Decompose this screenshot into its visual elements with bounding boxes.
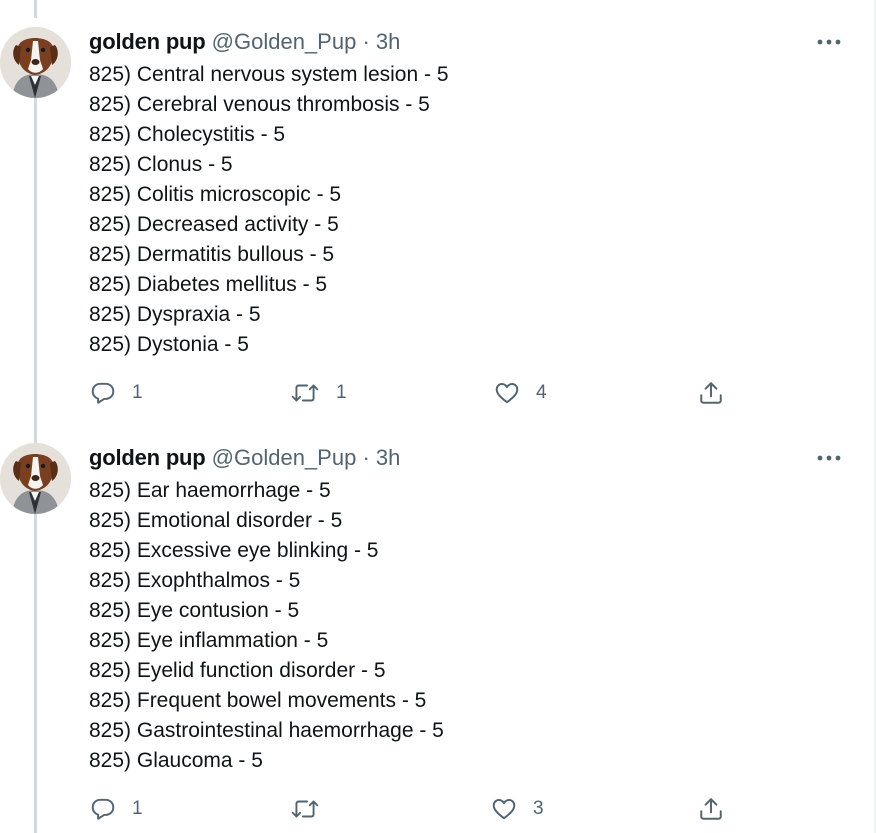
reply-icon — [90, 380, 116, 406]
tweet-line: 825) Decreased activity - 5 — [89, 213, 339, 236]
tweet-line: 825) Glaucoma - 5 — [89, 749, 263, 772]
like-button[interactable]: 3 — [491, 793, 544, 825]
tweet-line: 825) Central nervous system lesion - 5 — [89, 63, 449, 86]
retweet-icon — [290, 796, 320, 822]
tweet[interactable]: golden pup @Golden_Pup · 3h 825) Central… — [0, 27, 872, 417]
timestamp[interactable]: 3h — [376, 445, 400, 470]
author-name[interactable]: golden pup — [89, 29, 206, 54]
tweet-line: 825) Eyelid function disorder - 5 — [89, 659, 386, 682]
tweet-text: 825) Central nervous system lesion - 5 8… — [89, 60, 449, 360]
tweet-line: 825) Dyspraxia - 5 — [89, 303, 261, 326]
avatar[interactable] — [0, 27, 71, 98]
header-separator: · — [362, 445, 370, 470]
tweet-text: 825) Ear haemorrhage - 5 825) Emotional … — [89, 476, 444, 776]
reply-count: 1 — [132, 382, 143, 403]
more-icon[interactable] — [816, 29, 842, 55]
tweet-line: 825) Clonus - 5 — [89, 153, 233, 176]
thread-line-top — [34, 0, 37, 18]
tweet-line: 825) Dermatitis bullous - 5 — [89, 243, 335, 266]
like-count: 4 — [536, 382, 547, 403]
tweet-line: 825) Ear haemorrhage - 5 — [89, 479, 331, 502]
reply-button[interactable]: 1 — [90, 793, 143, 825]
tweet-line: 825) Frequent bowel movements - 5 — [89, 689, 427, 712]
tweet-line: 825) Emotional disorder - 5 — [89, 509, 343, 532]
more-icon[interactable] — [816, 445, 842, 471]
retweet-button[interactable]: 1 — [290, 377, 347, 409]
tweet-actions: 1 3 — [0, 793, 872, 825]
reply-button[interactable]: 1 — [90, 377, 143, 409]
tweet-line: 825) Gastrointestinal haemorrhage - 5 — [89, 719, 444, 742]
tweet-line: 825) Cerebral venous thrombosis - 5 — [89, 93, 430, 116]
author-name[interactable]: golden pup — [89, 445, 206, 470]
tweet-header: golden pup @Golden_Pup · 3h — [89, 443, 400, 473]
like-count: 3 — [533, 798, 544, 819]
tweet-actions: 1 1 4 — [0, 377, 872, 409]
tweet-line: 825) Diabetes mellitus - 5 — [89, 273, 328, 296]
heart-icon — [491, 796, 517, 822]
retweet-count: 1 — [336, 382, 347, 403]
tweet-line: 825) Excessive eye blinking - 5 — [89, 539, 379, 562]
tweet-line: 825) Dystonia - 5 — [89, 333, 249, 356]
tweet-line: 825) Exophthalmos - 5 — [89, 569, 301, 592]
tweet-line: 825) Cholecystitis - 5 — [89, 123, 286, 146]
author-handle[interactable]: @Golden_Pup — [212, 445, 357, 470]
tweet-line: 825) Eye contusion - 5 — [89, 599, 300, 622]
tweet[interactable]: golden pup @Golden_Pup · 3h 825) Ear hae… — [0, 443, 872, 833]
timestamp[interactable]: 3h — [376, 29, 400, 54]
retweet-button[interactable] — [290, 793, 336, 825]
tweet-line: 825) Eye inflammation - 5 — [89, 629, 329, 652]
tweet-line: 825) Colitis microscopic - 5 — [89, 183, 342, 206]
heart-icon — [494, 380, 520, 406]
avatar[interactable] — [0, 443, 71, 514]
header-separator: · — [362, 29, 370, 54]
author-handle[interactable]: @Golden_Pup — [212, 29, 357, 54]
like-button[interactable]: 4 — [494, 377, 547, 409]
share-button[interactable] — [698, 377, 724, 409]
tweet-header: golden pup @Golden_Pup · 3h — [89, 27, 400, 57]
reply-icon — [90, 796, 116, 822]
reply-count: 1 — [132, 798, 143, 819]
share-icon — [698, 796, 724, 822]
share-icon — [698, 380, 724, 406]
retweet-icon — [290, 380, 320, 406]
share-button[interactable] — [698, 793, 724, 825]
